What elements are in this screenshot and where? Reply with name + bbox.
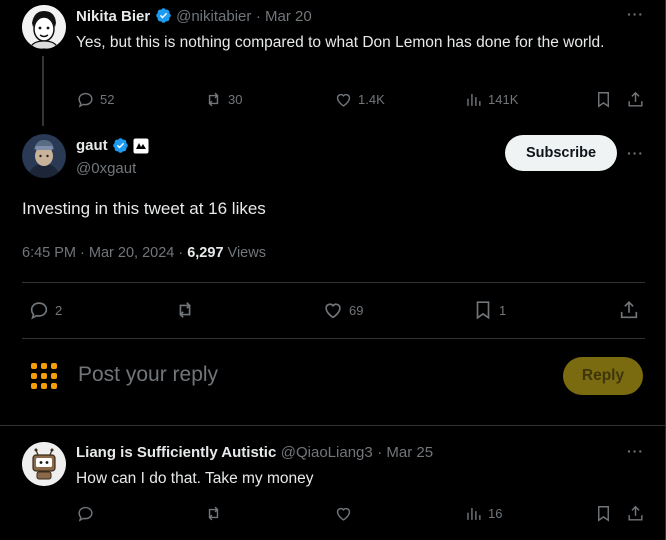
- share-action[interactable]: [626, 504, 645, 523]
- compose-grid-icon[interactable]: [30, 362, 58, 390]
- reply-action[interactable]: 2: [28, 299, 62, 321]
- reply-action[interactable]: [76, 504, 95, 523]
- thread-line: [42, 56, 44, 126]
- share-action[interactable]: [618, 299, 640, 321]
- reply-action[interactable]: 52: [76, 90, 114, 109]
- avatar-gaut[interactable]: [22, 134, 66, 178]
- reply-count: 2: [55, 302, 63, 318]
- bookmark-action[interactable]: [594, 504, 613, 523]
- retweet-action[interactable]: 30: [204, 90, 242, 109]
- like-count: 1.4K: [358, 92, 385, 107]
- author-name[interactable]: Liang is Sufficiently Autistic: [76, 444, 276, 461]
- bookmark-icon: [476, 301, 490, 320]
- reply-input[interactable]: Post your reply: [78, 363, 218, 387]
- retweet-icon: [208, 92, 219, 107]
- retweet-action[interactable]: [174, 299, 196, 321]
- share-icon: [620, 301, 638, 319]
- tweet-text: Yes, but this is nothing compared to wha…: [76, 34, 605, 51]
- views-count: 141K: [488, 92, 519, 107]
- divider: [0, 425, 666, 426]
- retweet-action[interactable]: [204, 504, 223, 523]
- tweet-date[interactable]: · Mar 20: [256, 8, 312, 25]
- views-icon: [467, 93, 481, 106]
- author-name[interactable]: gaut: [76, 137, 108, 154]
- author-handle[interactable]: @QiaoLiang3: [281, 444, 373, 461]
- like-icon: [336, 507, 351, 521]
- views-label: Views: [227, 245, 266, 261]
- author-handle[interactable]: @nikitabier: [176, 8, 251, 25]
- affiliate-badge-icon[interactable]: [133, 138, 149, 154]
- views-action[interactable]: 16: [464, 504, 502, 523]
- like-action[interactable]: 1.4K: [334, 90, 385, 109]
- tweet-date[interactable]: · Mar 25: [377, 444, 433, 461]
- bookmark-action[interactable]: 1: [472, 299, 506, 321]
- reply-button[interactable]: Reply: [563, 357, 643, 395]
- verified-badge-icon: [112, 138, 128, 153]
- reply-count: 52: [100, 92, 115, 107]
- main-tweet-text: Investing in this tweet at 16 likes: [22, 199, 266, 218]
- more-icon[interactable]: ···: [627, 145, 644, 161]
- reply-icon: [30, 302, 48, 320]
- views-action[interactable]: 141K: [464, 90, 518, 109]
- tweet-timestamp[interactable]: 6:45 PM · Mar 20, 2024 ·: [22, 245, 183, 261]
- like-icon: [325, 303, 341, 319]
- like-count: 69: [349, 302, 364, 318]
- share-icon: [628, 505, 643, 521]
- bookmark-action[interactable]: [594, 90, 613, 109]
- retweet-icon: [179, 302, 191, 318]
- subscribe-button[interactable]: Subscribe: [505, 135, 617, 171]
- more-icon[interactable]: ···: [627, 443, 644, 459]
- author-handle[interactable]: @0xgaut: [76, 160, 136, 177]
- reply-icon: [78, 92, 93, 108]
- like-action[interactable]: [334, 504, 353, 523]
- like-icon: [336, 93, 351, 107]
- views-icon: [467, 507, 481, 520]
- views-count: 6,297: [187, 245, 224, 261]
- like-action[interactable]: 69: [322, 299, 363, 321]
- avatar-nikita[interactable]: [22, 5, 66, 49]
- bookmark-icon: [598, 506, 609, 522]
- divider: [22, 282, 645, 283]
- share-icon: [628, 91, 643, 107]
- tweet-text: How can I do that. Take my money: [76, 470, 314, 487]
- bookmark-icon: [598, 92, 609, 108]
- bookmark-count: 1: [499, 302, 507, 318]
- author-name[interactable]: Nikita Bier: [76, 8, 150, 25]
- share-action[interactable]: [626, 90, 645, 109]
- verified-badge-icon: [155, 8, 171, 23]
- more-icon[interactable]: ···: [627, 6, 644, 22]
- divider: [22, 338, 645, 339]
- retweet-icon: [208, 506, 219, 521]
- avatar-liang[interactable]: [22, 442, 66, 486]
- retweet-count: 30: [228, 92, 243, 107]
- reply-icon: [78, 506, 93, 522]
- views-count: 16: [488, 506, 503, 521]
